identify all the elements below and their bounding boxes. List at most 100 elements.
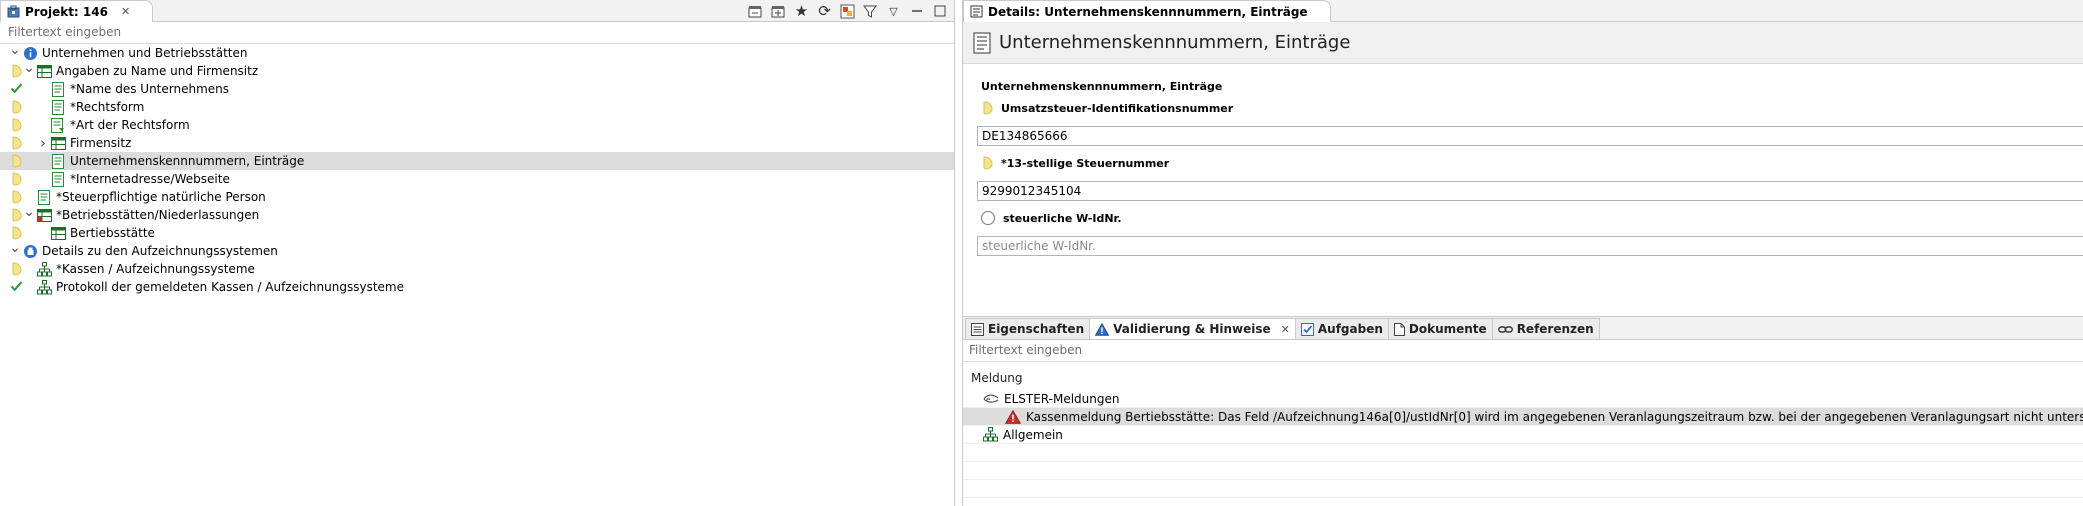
- project-tab[interactable]: Projekt: 146 ✕: [0, 0, 154, 22]
- image-filter-icon[interactable]: [839, 3, 856, 20]
- tree-item[interactable]: › Firmensitz: [0, 134, 954, 152]
- details-tab[interactable]: Details: Unternehmenskennnummern, Einträ…: [963, 0, 1331, 22]
- form-list-icon: [50, 117, 66, 133]
- tab-dokumente[interactable]: Dokumente: [1387, 318, 1493, 339]
- tree-item-label: Protokoll der gemeldeten Kassen / Aufzei…: [56, 280, 404, 294]
- tab-validierung-hinweise[interactable]: Validierung & Hinweise ✕: [1089, 318, 1296, 339]
- tree-item[interactable]: ⌄ Details zu den Aufzeichnungssystemen: [0, 239, 954, 260]
- field-input-umsatzsteuer-identifikationsnummer[interactable]: [977, 126, 2083, 146]
- form-page-icon: [50, 99, 66, 115]
- tab-label: Validierung & Hinweise: [1113, 322, 1271, 336]
- project-filter-input[interactable]: [8, 25, 946, 39]
- hierarchy-icon: [983, 427, 998, 442]
- pending-status-icon: [10, 118, 23, 132]
- tab-label: Aufgaben: [1317, 322, 1383, 336]
- details-form: Unternehmenskennnummern, Einträge Umsatz…: [963, 64, 2083, 317]
- tree-item-label: *Steuerpflichtige natürliche Person: [56, 190, 266, 204]
- table-red-icon: [36, 207, 52, 223]
- tree-item[interactable]: *Rechtsform: [0, 98, 954, 116]
- radio-button[interactable]: [981, 211, 995, 225]
- pending-status-icon: [10, 190, 23, 204]
- tab-label: Eigenschaften: [988, 322, 1085, 336]
- pending-status-icon: [981, 101, 993, 115]
- chevron-right-icon[interactable]: ›: [36, 134, 50, 152]
- tree-item[interactable]: *Steuerpflichtige natürliche Person: [0, 188, 954, 206]
- tree-item[interactable]: Unternehmenskennnummern, Einträge: [0, 152, 954, 170]
- field-label: steuerliche W-IdNr.: [981, 211, 2083, 225]
- message-row[interactable]: e ELSTER-Meldungen: [963, 390, 2083, 408]
- field-input-13-stellige-steuernummer[interactable]: [977, 181, 2083, 201]
- star-icon[interactable]: ★: [793, 2, 810, 20]
- message-text: Kassenmeldung Bertiebsstätte: Das Feld /…: [1026, 409, 2083, 424]
- bottom-views: Eigenschaften Validierung & Hinweise ✕ Aufg…: [963, 316, 2083, 506]
- elster-icon: e: [983, 393, 999, 405]
- pending-status-icon: [981, 156, 993, 170]
- message-row[interactable]: Kassenmeldung Bertiebsstätte: Das Feld /…: [963, 408, 2083, 426]
- field-label-text: Umsatzsteuer-Identifikationsnummer: [1001, 101, 1234, 115]
- filter-icon[interactable]: [862, 3, 879, 20]
- project-icon: [7, 5, 20, 18]
- message-text: ELSTER-Meldungen: [1004, 391, 1120, 406]
- chevron-down-icon[interactable]: ⌄: [22, 59, 36, 77]
- project-panel: Projekt: 146 ✕ ★ ⟳ ▽ Filtertext eingeben…: [0, 0, 955, 506]
- empty-row: [963, 444, 2083, 462]
- tree-item-label: Unternehmenskennnummern, Einträge: [70, 154, 305, 168]
- tree-item-label: *Betriebsstätten/Niederlassungen: [56, 208, 260, 222]
- field-label-text: *13-stellige Steuernummer: [1001, 156, 1170, 170]
- refresh-icon[interactable]: ⟳: [816, 2, 833, 20]
- tree-item[interactable]: ⌄ Unternehmen und Betriebsstätten: [0, 41, 954, 62]
- properties-icon: [971, 322, 984, 336]
- hierarchy-icon: [36, 261, 52, 277]
- field-input-steuerliche-w-idnr[interactable]: [977, 236, 2083, 256]
- maximize-icon[interactable]: [931, 3, 948, 20]
- section-title: Unternehmenskennnummern, Einträge: [981, 80, 1223, 93]
- minimize-icon[interactable]: [908, 3, 925, 20]
- form-fields: Umsatzsteuer-Identifikationsnummer *13-st…: [977, 101, 2083, 266]
- chevron-down-icon[interactable]: ⌄: [8, 41, 22, 59]
- tree-item[interactable]: Protokoll der gemeldeten Kassen / Aufzei…: [0, 278, 954, 296]
- table-icon: [36, 63, 52, 79]
- error-triangle-icon: [1005, 409, 1021, 424]
- pending-status-icon: [10, 154, 23, 168]
- field-label: *13-stellige Steuernummer: [981, 156, 2083, 170]
- close-icon[interactable]: ✕: [121, 5, 130, 18]
- tab-label: Referenzen: [1516, 322, 1594, 336]
- tree-item-label: Unternehmen und Betriebsstätten: [42, 46, 248, 60]
- tab-eigenschaften[interactable]: Eigenschaften: [965, 318, 1091, 339]
- tree-item[interactable]: Bertiebsstätte: [0, 224, 954, 242]
- check-icon: [10, 280, 23, 294]
- chevron-down-icon[interactable]: ⌄: [22, 203, 36, 221]
- tree-item-label: *Internetadresse/Webseite: [70, 172, 230, 186]
- tree-item[interactable]: *Internetadresse/Webseite: [0, 170, 954, 188]
- tree-item[interactable]: ⌄ *Betriebsstätten/Niederlassungen: [0, 203, 954, 224]
- expand-all-icon[interactable]: [770, 3, 787, 20]
- pending-status-icon: [10, 100, 23, 114]
- field-label-text: steuerliche W-IdNr.: [1003, 211, 1122, 225]
- empty-row: [963, 462, 2083, 480]
- document-icon: [1393, 322, 1405, 336]
- chevron-down-icon[interactable]: ⌄: [8, 239, 22, 257]
- validation-filter: [963, 340, 2083, 362]
- form-page-icon: [50, 153, 66, 169]
- tree-item[interactable]: *Art der Rechtsform: [0, 116, 954, 134]
- tab-aufgaben[interactable]: Aufgaben: [1294, 318, 1389, 339]
- collapse-all-icon[interactable]: [747, 3, 764, 20]
- form-page-icon: [973, 32, 991, 53]
- view-menu-icon[interactable]: ▽: [885, 3, 902, 20]
- validation-filter-input[interactable]: [969, 343, 2078, 357]
- details-tabbar: Details: Unternehmenskennnummern, Einträ…: [963, 0, 2083, 22]
- details-icon: [970, 5, 983, 18]
- project-toolbar: ★ ⟳ ▽: [747, 2, 948, 20]
- tree-item[interactable]: ⌄ Angaben zu Name und Firmensitz: [0, 59, 954, 80]
- close-icon[interactable]: ✕: [1281, 323, 1290, 336]
- tab-referenzen[interactable]: Referenzen: [1491, 318, 1600, 339]
- tree-item[interactable]: *Name des Unternehmens: [0, 80, 954, 98]
- tree-item[interactable]: *Kassen / Aufzeichnungssysteme: [0, 260, 954, 278]
- project-tab-label: Projekt: 146: [25, 4, 108, 19]
- tree-item-label: Details zu den Aufzeichnungssystemen: [42, 244, 278, 258]
- message-row[interactable]: Allgemein: [963, 426, 2083, 444]
- tab-label: Dokumente: [1408, 322, 1487, 336]
